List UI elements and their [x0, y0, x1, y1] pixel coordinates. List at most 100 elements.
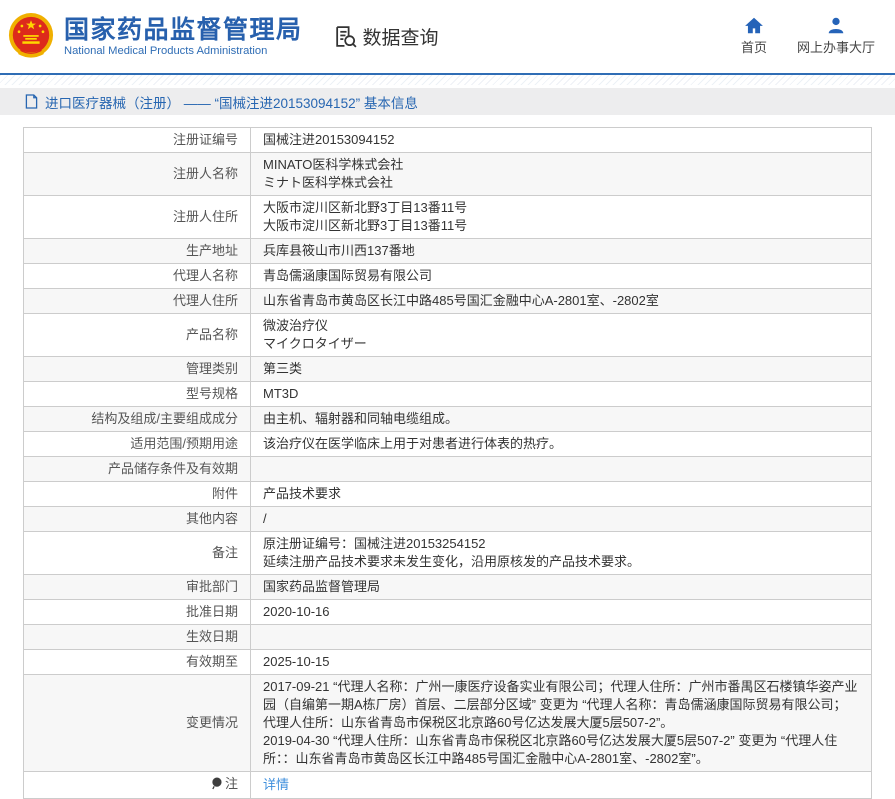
row-value: 青岛儒涵康国际贸易有限公司: [251, 264, 872, 289]
nav-home[interactable]: 首页: [741, 17, 767, 56]
row-value-line: 该治疗仪在医学临床上用于对患者进行体表的热疗。: [263, 435, 859, 453]
row-label: 注册人住所: [24, 196, 251, 239]
row-value-line: 2020-10-16: [263, 603, 859, 621]
row-label: 其他内容: [24, 507, 251, 532]
row-label: 附件: [24, 482, 251, 507]
row-value-line: 大阪市淀川区新北野3丁目13番11号: [263, 199, 859, 217]
row-label: 备注: [24, 532, 251, 575]
row-value-line: 2017-09-21 “代理人名称：广州一康医疗设备实业有限公司；代理人住所：广…: [263, 678, 859, 732]
table-row: 有效期至 2025-10-15: [24, 650, 872, 675]
row-value: 2025-10-15: [251, 650, 872, 675]
document-search-icon: [333, 24, 358, 49]
row-label-text: 适用范围/预期用途: [130, 436, 238, 451]
row-label-text: 产品名称: [186, 327, 238, 342]
table-row: 审批部门 国家药品监督管理局: [24, 575, 872, 600]
row-label-text: 产品储存条件及有效期: [108, 461, 238, 476]
row-value: 2020-10-16: [251, 600, 872, 625]
row-label: 有效期至: [24, 650, 251, 675]
row-value: 第三类: [251, 357, 872, 382]
table-row: 注册人住所大阪市淀川区新北野3丁目13番11号大阪市淀川区新北野3丁目13番11…: [24, 196, 872, 239]
row-label-text: 附件: [212, 486, 238, 501]
home-icon: [744, 17, 764, 34]
site-header: 国家药品监督管理局 National Medical Products Admi…: [0, 0, 895, 73]
row-label-text: 注册人名称: [173, 166, 238, 181]
row-label: 审批部门: [24, 575, 251, 600]
table-row: 代理人住所山东省青岛市黄岛区长江中路485号国汇金融中心A-2801室、-280…: [24, 289, 872, 314]
table-row: 批准日期 2020-10-16: [24, 600, 872, 625]
nav-home-label: 首页: [741, 37, 767, 56]
row-label-text: 其他内容: [186, 511, 238, 526]
row-value: [251, 625, 872, 650]
row-label-text: 注: [225, 776, 238, 791]
row-value: 国械注进20153094152: [251, 128, 872, 153]
row-value: 详情: [251, 772, 872, 799]
table-row: 其他内容 /: [24, 507, 872, 532]
row-label: 代理人名称: [24, 264, 251, 289]
row-value-line: 青岛儒涵康国际贸易有限公司: [263, 267, 859, 285]
row-value: 由主机、辐射器和同轴电缆组成。: [251, 407, 872, 432]
table-row: 产品名称微波治疗仪マイクロタイザー: [24, 314, 872, 357]
row-label: 产品储存条件及有效期: [24, 457, 251, 482]
row-value-line: MT3D: [263, 385, 859, 403]
row-label-text: 有效期至: [186, 654, 238, 669]
table-row: 注册证编号国械注进20153094152: [24, 128, 872, 153]
row-label: 变更情况: [24, 675, 251, 772]
row-value-line: 兵库县筱山市川西137番地: [263, 242, 859, 260]
table-row: 变更情况2017-09-21 “代理人名称：广州一康医疗设备实业有限公司；代理人…: [24, 675, 872, 772]
detail-link[interactable]: 详情: [263, 777, 289, 792]
table-row: 生效日期: [24, 625, 872, 650]
row-value: 2017-09-21 “代理人名称：广州一康医疗设备实业有限公司；代理人住所：广…: [251, 675, 872, 772]
row-label-text: 管理类别: [186, 361, 238, 376]
table-row: 管理类别 第三类: [24, 357, 872, 382]
row-label: 代理人住所: [24, 289, 251, 314]
row-label: 结构及组成/主要组成成分: [24, 407, 251, 432]
nav-service-hall[interactable]: 网上办事大厅: [797, 17, 875, 56]
table-row: 产品储存条件及有效期: [24, 457, 872, 482]
row-value: 国家药品监督管理局: [251, 575, 872, 600]
row-value-line: 大阪市淀川区新北野3丁目13番11号: [263, 217, 859, 235]
row-value: [251, 457, 872, 482]
row-value: 微波治疗仪マイクロタイザー: [251, 314, 872, 357]
registration-info-table: 注册证编号国械注进20153094152 注册人名称 MINATO医科学株式会社ミナ…: [23, 127, 872, 799]
row-label-text: 审批部门: [186, 579, 238, 594]
row-label: 注册人名称: [24, 153, 251, 196]
row-value-line: 2019-04-30 “代理人住所：山东省青岛市保税区北京路60号亿达发展大厦5…: [263, 732, 859, 768]
row-value: MINATO医科学株式会社ミナト医科学株式会社: [251, 153, 872, 196]
header-hatch-strip: [0, 75, 895, 85]
row-label-text: 注册人住所: [173, 209, 238, 224]
table-row: 生产地址兵库县筱山市川西137番地: [24, 239, 872, 264]
registration-info-rows: 注册证编号国械注进20153094152 注册人名称 MINATO医科学株式会社ミナ…: [24, 128, 872, 799]
row-value-line: 延续注册产品技术要求未发生变化，沿用原核发的产品技术要求。: [263, 553, 859, 571]
user-icon: [827, 17, 845, 34]
table-row: 注 详情: [24, 772, 872, 799]
row-value-line: 第三类: [263, 360, 859, 378]
row-value-line: 原注册证编号：国械注进20153254152: [263, 535, 859, 553]
table-row: 适用范围/预期用途 该治疗仪在医学临床上用于对患者进行体表的热疗。: [24, 432, 872, 457]
row-label-text: 生效日期: [186, 629, 238, 644]
row-label-text: 结构及组成/主要组成成分: [91, 411, 238, 426]
row-label: 生产地址: [24, 239, 251, 264]
table-row: 备注 原注册证编号：国械注进20153254152延续注册产品技术要求未发生变化，…: [24, 532, 872, 575]
row-value-line: ミナト医科学株式会社: [263, 174, 859, 192]
site-subtitle: National Medical Products Administration: [64, 45, 303, 57]
table-row: 代理人名称 青岛儒涵康国际贸易有限公司: [24, 264, 872, 289]
row-label-text: 代理人住所: [173, 293, 238, 308]
npma-emblem-logo: [8, 12, 54, 62]
row-label-text: 型号规格: [186, 386, 238, 401]
row-value-line: MINATO医科学株式会社: [263, 156, 859, 174]
row-value-line: /: [263, 510, 859, 528]
row-label: 注册证编号: [24, 128, 251, 153]
row-label: 适用范围/预期用途: [24, 432, 251, 457]
row-value-line: 国家药品监督管理局: [263, 578, 859, 596]
site-title-block: 国家药品监督管理局 National Medical Products Admi…: [64, 16, 303, 58]
row-label-text: 代理人名称: [173, 268, 238, 283]
row-label: 注: [24, 772, 251, 799]
row-label: 批准日期: [24, 600, 251, 625]
row-value-line: 国械注进20153094152: [263, 131, 859, 149]
data-query-tab[interactable]: 数据查询: [333, 23, 439, 50]
breadcrumb-text: 进口医疗器械（注册） —— “国械注进20153094152” 基本信息: [45, 92, 418, 112]
row-value-line: 产品技术要求: [263, 485, 859, 503]
row-label-text: 备注: [212, 545, 238, 560]
row-label: 管理类别: [24, 357, 251, 382]
site-title: 国家药品监督管理局: [64, 16, 303, 45]
